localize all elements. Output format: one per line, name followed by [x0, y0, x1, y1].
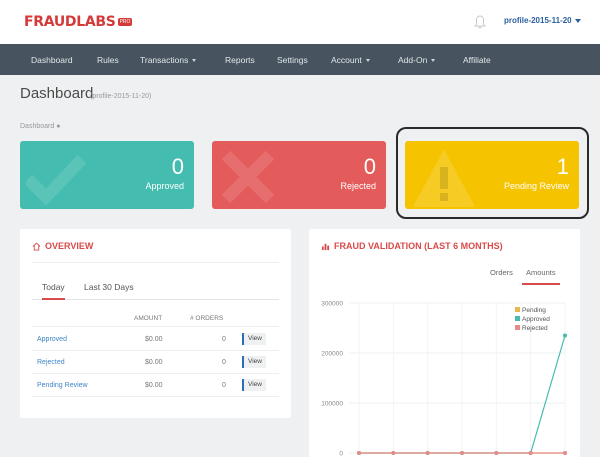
y-tick-label: 300000 [321, 301, 343, 308]
row-amount: $0.00 [145, 359, 163, 366]
row-status-link[interactable]: Approved [37, 336, 67, 343]
nav-label: Reports [225, 55, 255, 65]
col-amount: AMOUNT [134, 315, 163, 322]
bell-icon[interactable] [474, 15, 486, 29]
rejected-label: Rejected [340, 181, 376, 191]
chevron-down-icon [365, 58, 370, 62]
rejected-card[interactable]: 0 Rejected [212, 141, 386, 209]
table-row: Approved $0.00 0 View [32, 328, 279, 351]
fraud-validation-panel: FRAUD VALIDATION (LAST 6 MONTHS) Orders … [309, 229, 580, 457]
legend-label: Approved [522, 316, 550, 323]
fraud-validation-title-text: FRAUD VALIDATION (LAST 6 MONTHS) [334, 241, 503, 251]
legend-label: Pending [522, 307, 546, 314]
tab-orders[interactable]: Orders [490, 268, 513, 277]
tab-today[interactable]: Today [42, 282, 65, 300]
data-point [563, 333, 567, 338]
nav-label: Affiliate [463, 55, 491, 65]
overview-table-header: AMOUNT # ORDERS [32, 313, 279, 327]
data-point [563, 451, 567, 455]
page-title: Dashboard [20, 85, 94, 102]
tab-last-30-days[interactable]: Last 30 Days [84, 282, 134, 292]
logo-text: FRAUDLABS [24, 14, 116, 30]
breadcrumb-item[interactable]: Dashboard [20, 123, 54, 130]
nav-label: Add-On [398, 55, 428, 65]
data-point [460, 451, 464, 455]
approved-count: 0 [171, 154, 184, 179]
col-orders: # ORDERS [190, 315, 224, 322]
overview-title: OVERVIEW [32, 241, 93, 251]
nav-settings[interactable]: Settings [277, 55, 308, 65]
divider [32, 262, 279, 263]
data-point [494, 451, 499, 455]
nav-transactions[interactable]: Transactions [140, 55, 197, 65]
chevron-down-icon [574, 18, 581, 23]
row-amount: $0.00 [145, 382, 163, 389]
checkmark-icon [26, 154, 86, 206]
row-status-link[interactable]: Rejected [37, 359, 65, 366]
tab-amounts[interactable]: Amounts [522, 268, 560, 285]
home-icon [32, 241, 41, 251]
approved-label: Approved [145, 181, 184, 191]
row-orders: 0 [222, 336, 226, 343]
data-point [391, 451, 396, 455]
chevron-down-icon [192, 58, 197, 62]
row-amount: $0.00 [145, 336, 163, 343]
cross-icon [221, 150, 275, 204]
nav-label: Settings [277, 55, 308, 65]
legend-label: Rejected [522, 325, 548, 332]
view-button[interactable]: View [242, 333, 266, 345]
nav-label: Transactions [140, 55, 189, 65]
nav-label: Dashboard [31, 55, 73, 65]
top-header: FRAUDLABS PRO profile-2015-11-20 [0, 0, 600, 44]
profile-dropdown[interactable]: profile-2015-11-20 [504, 16, 581, 25]
rejected-count: 0 [363, 154, 376, 179]
view-button[interactable]: View [242, 356, 266, 368]
row-orders: 0 [222, 382, 226, 389]
nav-reports[interactable]: Reports [225, 55, 255, 65]
data-point [425, 451, 430, 455]
profile-label: profile-2015-11-20 [504, 16, 572, 25]
nav-add-on[interactable]: Add-On [398, 55, 436, 65]
overview-panel: OVERVIEW Today Last 30 Days AMOUNT # ORD… [20, 229, 291, 418]
data-point [357, 451, 361, 455]
overview-title-text: OVERVIEW [45, 241, 94, 251]
fraudlabs-logo[interactable]: FRAUDLABS PRO [24, 14, 133, 30]
fraud-validation-chart: 300000 200000 100000 0 Pending Approved Reject… [321, 301, 567, 457]
nav-affiliate[interactable]: Affiliate [463, 55, 491, 65]
nav-rules[interactable]: Rules [97, 55, 119, 65]
view-button[interactable]: View [242, 379, 266, 391]
nav-label: Account [331, 55, 362, 65]
nav-account[interactable]: Account [331, 55, 370, 65]
y-tick-label: 100000 [321, 401, 343, 408]
legend-swatch [515, 307, 520, 312]
legend-swatch [515, 316, 520, 321]
row-status-link[interactable]: Pending Review [37, 382, 88, 389]
y-tick-label: 0 [339, 451, 343, 457]
page-subtitle: (profile-2015-11-20) [90, 93, 152, 100]
legend-swatch [515, 325, 520, 330]
data-point [528, 451, 533, 455]
nav-dashboard[interactable]: Dashboard [31, 55, 73, 65]
breadcrumb-dot-icon: ● [56, 123, 61, 130]
chevron-down-icon [431, 58, 436, 62]
y-tick-label: 200000 [321, 351, 343, 358]
fraud-tabs: Orders Amounts [478, 264, 568, 286]
logo-badge: PRO [117, 18, 133, 26]
fraud-validation-title: FRAUD VALIDATION (LAST 6 MONTHS) [321, 241, 503, 251]
nav-label: Rules [97, 55, 119, 65]
main-navbar: Dashboard Rules Transactions Reports Set… [0, 44, 600, 75]
approved-card[interactable]: 0 Approved [20, 141, 194, 209]
bar-chart-icon [321, 243, 330, 250]
breadcrumb: Dashboard ● [20, 123, 60, 130]
pending-review-highlight [396, 127, 589, 219]
table-row: Rejected $0.00 0 View [32, 351, 279, 374]
row-orders: 0 [222, 359, 226, 366]
table-row: Pending Review $0.00 0 View [32, 374, 279, 397]
overview-tabs: Today Last 30 Days [32, 278, 279, 300]
